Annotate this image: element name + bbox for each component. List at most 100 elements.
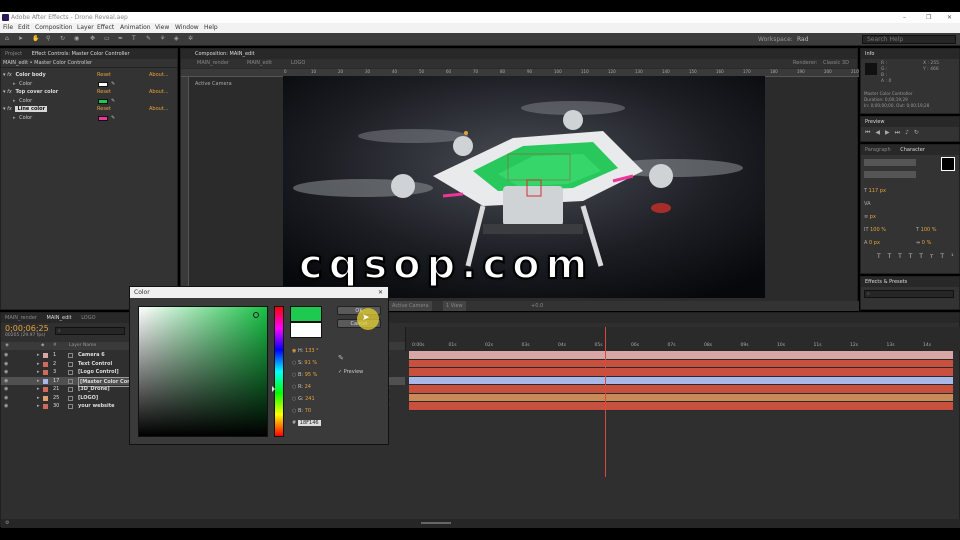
exposure-value[interactable]: +0.0 bbox=[531, 301, 543, 311]
layer-duration-bar[interactable] bbox=[409, 393, 953, 402]
hue-slider[interactable] bbox=[272, 306, 284, 437]
home-icon[interactable]: ⌂ bbox=[5, 35, 9, 42]
expand-arrow-icon[interactable]: ▸ bbox=[37, 360, 40, 369]
menu-file[interactable]: File bbox=[3, 23, 13, 33]
eyedropper-icon[interactable]: ✎ bbox=[111, 80, 115, 89]
expand-arrow-icon[interactable]: ▸ bbox=[37, 377, 40, 386]
font-style-select[interactable] bbox=[864, 171, 916, 178]
time-ruler[interactable]: 0:00s 01s 02s 03s 04s 05s 06s 07s 08s 09s 10s 11s 12… bbox=[405, 327, 960, 351]
playhead-line[interactable] bbox=[604, 327, 606, 477]
original-color-swatch[interactable] bbox=[290, 322, 322, 338]
tab-logo[interactable]: LOGO bbox=[81, 313, 95, 323]
eye-icon[interactable]: ◉ bbox=[4, 351, 8, 360]
g-value[interactable]: 241 bbox=[305, 396, 315, 402]
help-search-input[interactable]: Search Help bbox=[862, 35, 956, 44]
hand-tool-icon[interactable]: ✋ bbox=[32, 35, 39, 42]
faux-bold-icon[interactable]: T bbox=[877, 253, 888, 260]
h-value[interactable]: 133 ° bbox=[305, 348, 319, 354]
reset-button[interactable]: Reset bbox=[97, 105, 111, 114]
superscript-icon[interactable]: T¹ bbox=[940, 253, 960, 260]
font-size-value[interactable]: 117 px bbox=[869, 188, 886, 194]
menu-edit[interactable]: Edit bbox=[18, 23, 30, 33]
tab-composition[interactable]: Composition: MAIN_edit bbox=[195, 49, 255, 59]
layer-name[interactable]: Text Control bbox=[78, 360, 112, 369]
layer-name[interactable]: your website bbox=[78, 402, 115, 411]
eyedropper-icon[interactable]: ✎ bbox=[111, 97, 115, 106]
prev-frame-icon[interactable]: ◀ bbox=[875, 129, 885, 136]
crumb-main-render[interactable]: MAIN_render bbox=[197, 59, 229, 68]
minimize-icon[interactable]: – bbox=[903, 12, 906, 23]
eyedropper-icon[interactable]: ✎ bbox=[111, 114, 115, 123]
hex-input[interactable]: 18F146 bbox=[297, 420, 321, 426]
label-color-swatch[interactable] bbox=[43, 378, 48, 384]
audio-icon[interactable]: ♪ bbox=[905, 129, 914, 136]
loop-icon[interactable]: ↻ bbox=[914, 129, 924, 136]
reset-button[interactable]: Reset bbox=[97, 88, 111, 97]
s-value[interactable]: 91 % bbox=[304, 360, 317, 366]
label-color-swatch[interactable] bbox=[43, 387, 48, 392]
b-value[interactable]: 95 % bbox=[305, 372, 318, 378]
tab-project[interactable]: Project bbox=[5, 49, 22, 59]
pan-behind-tool-icon[interactable]: ✥ bbox=[90, 35, 95, 42]
timeline-search-input[interactable]: ⌕ bbox=[55, 327, 125, 335]
label-color-swatch[interactable] bbox=[43, 404, 48, 409]
color-field-cursor[interactable] bbox=[253, 312, 259, 318]
eyedropper-icon[interactable]: ✎ bbox=[338, 354, 344, 362]
tracking-unit[interactable]: px bbox=[870, 214, 876, 220]
tab-info[interactable]: Info bbox=[865, 49, 874, 59]
crumb-logo[interactable]: LOGO bbox=[291, 59, 305, 68]
clone-tool-icon[interactable]: ⚘ bbox=[160, 35, 165, 42]
layer-name[interactable]: [LOGO] bbox=[78, 394, 98, 403]
effect-row-line-color[interactable]: ▾ fx Line color Reset About... bbox=[1, 105, 177, 114]
label-color-swatch[interactable] bbox=[43, 395, 48, 401]
about-button[interactable]: About... bbox=[149, 71, 169, 80]
fill-color-swatch[interactable] bbox=[941, 157, 955, 171]
hue-slider-thumb[interactable] bbox=[272, 386, 275, 392]
effects-search-input[interactable]: ⌕ bbox=[864, 290, 954, 298]
layer-duration-bar[interactable] bbox=[409, 385, 953, 394]
camera-select[interactable]: Active Camera bbox=[389, 301, 432, 311]
expand-arrow-icon[interactable]: ▸ bbox=[37, 351, 40, 360]
label-color-swatch[interactable] bbox=[43, 353, 48, 358]
all-caps-icon[interactable]: TT bbox=[898, 253, 919, 260]
eye-icon[interactable]: ◉ bbox=[4, 360, 8, 369]
views-select[interactable]: 1 View bbox=[443, 301, 466, 311]
tab-paragraph[interactable]: Paragraph bbox=[865, 145, 891, 155]
label-color-swatch[interactable] bbox=[43, 361, 48, 367]
about-button[interactable]: About... bbox=[149, 105, 169, 114]
expand-arrow-icon[interactable]: ▸ bbox=[37, 402, 40, 411]
eye-icon[interactable]: ◉ bbox=[4, 377, 8, 386]
expand-arrow-icon[interactable]: ▸ bbox=[37, 368, 40, 377]
layer-name[interactable]: Camera 6 bbox=[78, 351, 105, 360]
play-icon[interactable]: ▶ bbox=[885, 129, 895, 136]
color-swatch[interactable] bbox=[98, 81, 108, 87]
effect-row-color-body[interactable]: ▾ fx Color body Reset About... bbox=[1, 71, 177, 80]
puppet-tool-icon[interactable]: ✲ bbox=[188, 35, 193, 42]
about-button[interactable]: About... bbox=[149, 88, 169, 97]
menu-effect[interactable]: Effect bbox=[97, 23, 114, 33]
menu-window[interactable]: Window bbox=[175, 23, 199, 33]
menu-layer[interactable]: Layer bbox=[77, 23, 94, 33]
preview-checkbox[interactable]: ✓ bbox=[338, 369, 342, 375]
close-icon[interactable]: ✕ bbox=[947, 12, 952, 23]
menu-help[interactable]: Help bbox=[204, 23, 218, 33]
camera-tool-icon[interactable]: ◉ bbox=[74, 35, 79, 42]
crumb-main-edit[interactable]: MAIN_edit bbox=[247, 59, 272, 68]
next-frame-icon[interactable]: ⏭ bbox=[895, 129, 905, 136]
selection-tool-icon[interactable]: ➤ bbox=[18, 35, 23, 42]
menu-composition[interactable]: Composition bbox=[35, 23, 72, 33]
menu-animation[interactable]: Animation bbox=[120, 23, 151, 33]
reset-button[interactable]: Reset bbox=[97, 71, 111, 80]
faux-italic-icon[interactable]: T bbox=[888, 253, 899, 260]
tab-main-edit[interactable]: MAIN_edit bbox=[47, 313, 72, 323]
eye-icon[interactable]: ◉ bbox=[4, 385, 8, 394]
rectangle-tool-icon[interactable]: ▭ bbox=[104, 35, 110, 42]
layer-name-header[interactable]: Layer Name bbox=[69, 342, 96, 350]
first-frame-icon[interactable]: ⏮ bbox=[865, 129, 875, 136]
tab-character[interactable]: Character bbox=[900, 145, 925, 155]
tab-main-render[interactable]: MAIN_render bbox=[5, 313, 37, 323]
eye-icon[interactable]: ◉ bbox=[4, 402, 8, 411]
color-swatch[interactable] bbox=[98, 115, 108, 121]
brush-tool-icon[interactable]: ✎ bbox=[146, 35, 151, 42]
zoom-tool-icon[interactable]: ⚲ bbox=[46, 35, 50, 42]
